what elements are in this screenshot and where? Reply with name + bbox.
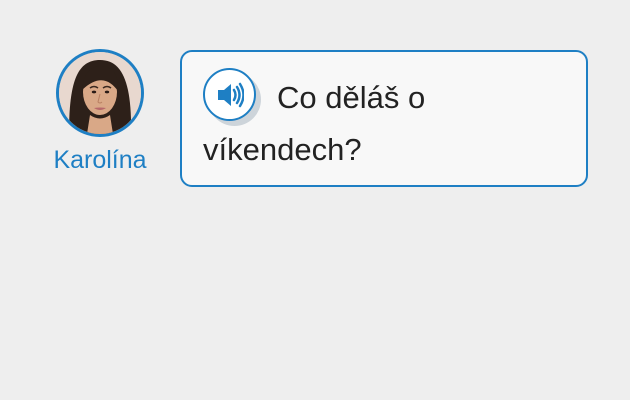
message-text: Co děláš o víkendech? xyxy=(203,80,426,167)
speech-bubble: Co děláš o víkendech? xyxy=(180,50,588,187)
speaker-name: Karolína xyxy=(53,146,147,174)
avatar xyxy=(56,49,144,137)
